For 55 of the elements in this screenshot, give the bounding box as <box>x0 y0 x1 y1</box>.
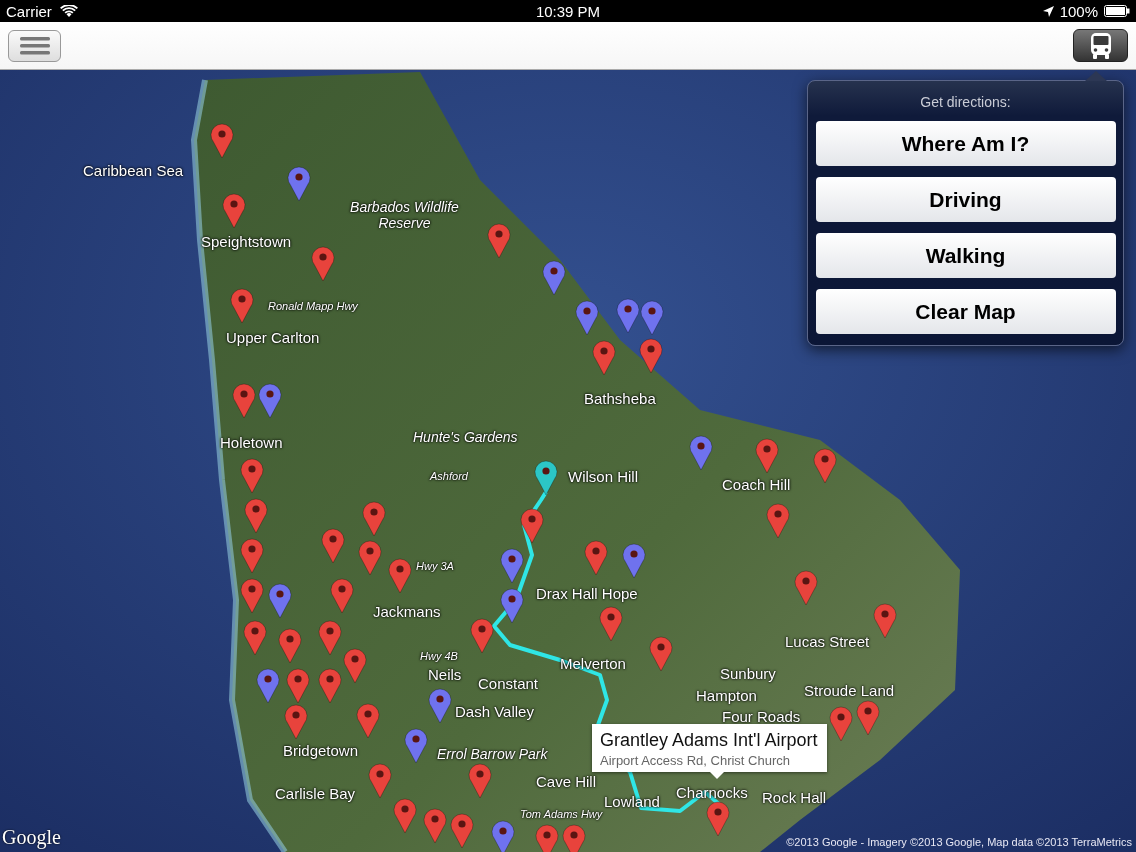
place-label: Holetown <box>220 434 283 451</box>
place-label: Bathsheba <box>584 390 656 407</box>
popover-arrow <box>1085 71 1107 81</box>
place-label: Upper Carlton <box>226 329 320 346</box>
place-label: Coach Hill <box>722 476 791 493</box>
place-label: Charnocks <box>676 784 748 801</box>
callout-subtitle: Airport Access Rd, Christ Church <box>600 753 791 768</box>
place-label: Speightstown <box>201 233 292 250</box>
status-time: 10:39 PM <box>534 2 602 20</box>
battery-icon <box>1104 5 1130 17</box>
callout-title: Grantley Adams Int'l Airport <box>600 730 818 751</box>
place-label: Drax Hall Hope <box>536 585 638 602</box>
directions-button[interactable]: Walking <box>815 233 1116 278</box>
bus-button[interactable] <box>1073 29 1128 62</box>
wifi-icon <box>59 4 78 18</box>
place-label: Neils <box>428 666 462 683</box>
place-label: Hampton <box>696 687 757 704</box>
place-label: Four Roads <box>722 708 801 725</box>
place-label: Cave Hill <box>536 773 596 790</box>
bus-icon <box>1089 32 1112 59</box>
place-label: Barbados Wildlife Reserve <box>349 199 460 231</box>
road-label: Ronald Mapp Hwy <box>268 300 358 312</box>
place-label: Constant <box>478 675 539 692</box>
directions-button[interactable]: Clear Map <box>815 289 1116 334</box>
map-pin-icon[interactable] <box>500 588 524 624</box>
menu-button[interactable] <box>8 29 61 62</box>
directions-button[interactable]: Driving <box>815 177 1116 222</box>
place-label: Lucas Street <box>785 633 870 650</box>
map-pin-icon[interactable] <box>534 460 558 496</box>
map-pin-icon[interactable] <box>520 508 544 544</box>
callout-pointer <box>709 771 725 779</box>
road-label: Ashford <box>430 470 468 482</box>
place-label: Caribbean Sea <box>83 162 184 179</box>
place-label: Dash Valley <box>455 703 534 720</box>
place-label: Wilson Hill <box>568 468 638 485</box>
attribution-text: ©2013 Google - Imagery ©2013 Google, Map data ©2013 TerraMetrics <box>786 836 1132 848</box>
place-label: Stroude Land <box>804 682 895 699</box>
place-label: Errol Barrow Park <box>437 746 548 762</box>
map-pin-icon[interactable] <box>500 548 524 584</box>
place-label: Carlisle Bay <box>275 785 356 802</box>
road-label: Tom Adams Hwy <box>520 808 603 820</box>
popover-title: Get directions: <box>920 94 1011 110</box>
menu-icon <box>19 36 50 55</box>
directions-button[interactable]: Where Am I? <box>815 121 1116 166</box>
google-logo: Google <box>2 826 61 849</box>
location-arrow-icon <box>1042 5 1054 17</box>
road-label: Hwy 3A <box>416 560 454 572</box>
carrier-label: Carrier <box>6 2 52 20</box>
place-label: Hunte's Gardens <box>413 429 518 445</box>
battery-percent: 100% <box>1059 2 1098 20</box>
place-label: Sunbury <box>720 665 776 682</box>
place-label: Rock Hall <box>762 789 827 806</box>
place-label: Jackmans <box>373 603 441 620</box>
road-label: Hwy 4B <box>420 650 458 662</box>
place-label: Bridgetown <box>283 742 359 759</box>
